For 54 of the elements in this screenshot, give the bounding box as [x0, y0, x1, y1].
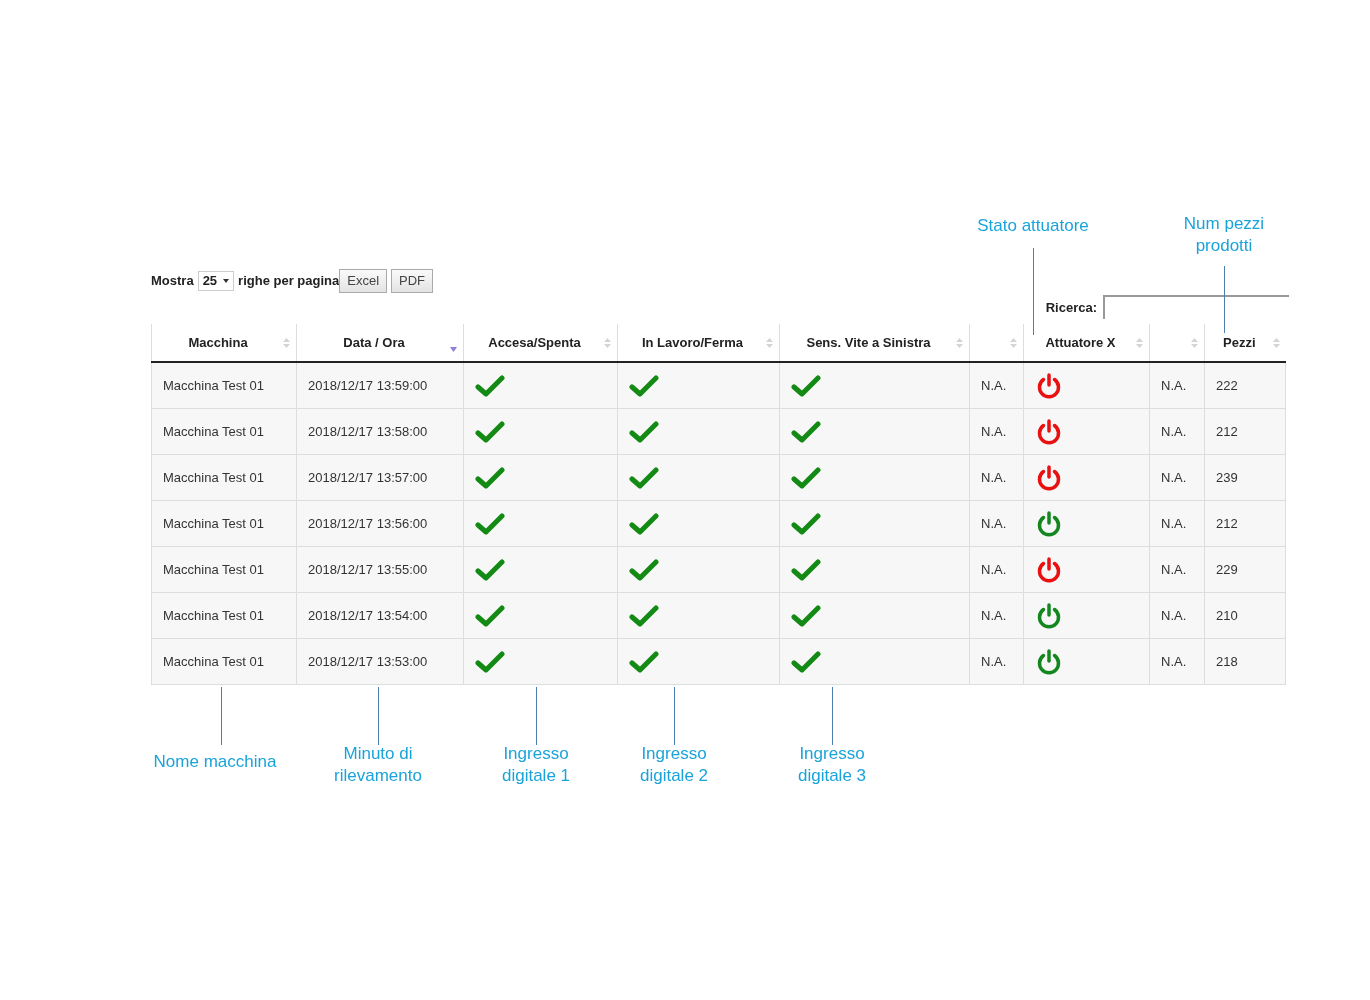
table-cell: N.A.: [1149, 638, 1205, 685]
table-cell: N.A.: [1149, 454, 1205, 501]
annotation-label: Num pezzi prodotti: [1183, 213, 1265, 257]
table-cell: N.A.: [1149, 592, 1205, 639]
leader-line: [221, 687, 222, 745]
rows-per-page-label: righe per pagina: [238, 273, 340, 288]
table-cell: 2018/12/17 13:53:00: [296, 638, 464, 685]
caret-icon: [223, 278, 230, 283]
table-cell: Macchina Test 01: [151, 362, 297, 409]
table-cell: 2018/12/17 13:56:00: [296, 500, 464, 547]
show-label: Mostra: [151, 273, 194, 288]
annotation-label: Minuto di rilevamento: [334, 743, 422, 787]
table-cell: Macchina Test 01: [151, 546, 297, 593]
table-cell: 212: [1204, 408, 1286, 455]
table-cell: N.A.: [1149, 546, 1205, 593]
leader-line: [536, 687, 537, 745]
table-cell: Macchina Test 01: [151, 592, 297, 639]
annotation-label: Ingresso digitale 3: [797, 743, 867, 787]
leader-line: [674, 687, 675, 745]
table-cell: 218: [1204, 638, 1286, 685]
table-cell: 239: [1204, 454, 1286, 501]
annotation-label: Ingresso digitale 1: [501, 743, 571, 787]
table-cell: Macchina Test 01: [151, 638, 297, 685]
table-cell: N.A.: [969, 408, 1024, 455]
table-cell: N.A.: [969, 454, 1024, 501]
table-cell: 2018/12/17 13:54:00: [296, 592, 464, 639]
table-cell: 210: [1204, 592, 1286, 639]
leader-line: [378, 687, 379, 745]
table-cell: N.A.: [969, 592, 1024, 639]
table-cell: Macchina Test 01: [151, 408, 297, 455]
export-button[interactable]: Excel: [339, 268, 388, 293]
leader-line: [832, 687, 833, 745]
table-cell: N.A.: [969, 362, 1024, 409]
table-cell: 2018/12/17 13:58:00: [296, 408, 464, 455]
table-cell: N.A.: [969, 546, 1024, 593]
export-button[interactable]: PDF: [391, 268, 434, 293]
table-cell: Macchina Test 01: [151, 454, 297, 501]
table-cell: Macchina Test 01: [151, 500, 297, 547]
table-cell: 2018/12/17 13:59:00: [296, 362, 464, 409]
table-cell: 222: [1204, 362, 1286, 409]
annotation-label: Nome macchina: [153, 751, 277, 773]
table-cell: N.A.: [969, 500, 1024, 547]
table-cell: N.A.: [1149, 408, 1205, 455]
table-cell: 2018/12/17 13:55:00: [296, 546, 464, 593]
annotation-label: Stato attuatore: [977, 215, 1089, 237]
search-label: Ricerca:: [1045, 300, 1097, 315]
table-cell: 229: [1204, 546, 1286, 593]
table-cell: 212: [1204, 500, 1286, 547]
annotation-label: Ingresso digitale 2: [639, 743, 709, 787]
table-cell: N.A.: [1149, 500, 1205, 547]
page-size-select[interactable]: 25: [197, 270, 235, 291]
table-cell: N.A.: [1149, 362, 1205, 409]
table-cell: 2018/12/17 13:57:00: [296, 454, 464, 501]
table-cell: N.A.: [969, 638, 1024, 685]
